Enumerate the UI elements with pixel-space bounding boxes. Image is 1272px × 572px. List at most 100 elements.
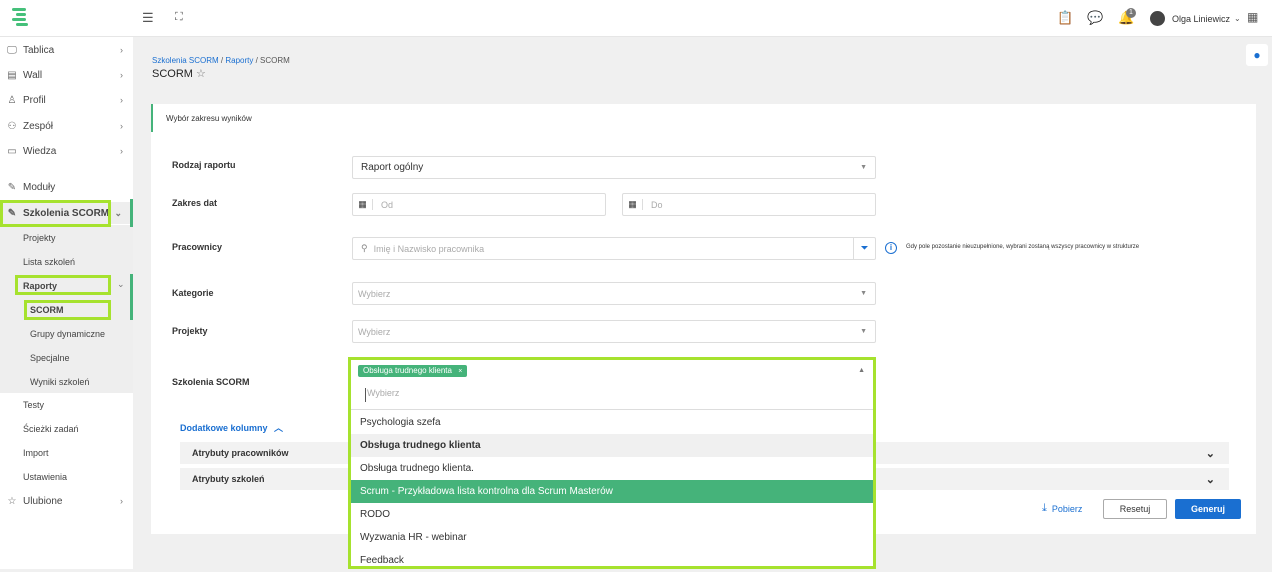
employees-search-input[interactable]: ⚲ Imię i Nazwisko pracownika ⏷ [352,237,876,260]
download-link[interactable]: ⤓ Pobierz [1042,502,1082,515]
sidebar-item-wyniki-szkolen[interactable]: Wyniki szkoleń [0,371,133,393]
sidebar-item-grupy-dynamiczne[interactable]: Grupy dynamiczne [0,323,133,345]
search-icon: ⚲ [361,243,368,253]
selected-tag[interactable]: Obsługa trudnego klienta × [358,365,468,377]
sidebar-item-ustawienia[interactable]: Ustawienia [0,466,133,488]
user-name[interactable]: Olga Liniewicz [1172,14,1230,24]
scorm-search-placeholder: Wybierz [367,388,400,398]
sidebar-item-label: Wiedza [23,145,57,157]
date-from-input[interactable]: ▦ Od [352,193,606,216]
dropdown-option[interactable]: Wyzwania HR - webinar [351,526,873,549]
dropdown-option-hovered[interactable]: Scrum - Przykładowa lista kontrolna dla … [351,480,873,503]
avatar[interactable] [1150,11,1165,26]
sidebar-item-wall[interactable]: ▤ Wall › [0,64,133,86]
selected-tag-label: Obsługa trudnego klienta [363,366,452,375]
chevron-right-icon: › [120,146,123,156]
training-attributes-label: Atrybuty szkoleń [192,474,265,484]
scorm-multiselect[interactable]: Obsługa trudnego klienta × ▲ Wybierz Psy… [348,357,876,569]
star-icon[interactable]: ☆ [196,68,206,80]
sidebar-item-label: Profil [23,94,46,106]
dropdown-option[interactable]: RODO [351,503,873,526]
report-type-value: Raport ogólny [361,162,424,173]
employee-attributes-label: Atrybuty pracowników [192,448,289,458]
chevron-down-icon: ⌄ [114,207,122,218]
sidebar-item-tablica[interactable]: 🖵 Tablica › [0,39,133,61]
caret-up-icon[interactable]: ▲ [858,367,865,374]
chevron-right-icon: › [120,121,123,131]
chevron-right-icon: › [120,70,123,80]
generate-button[interactable]: Generuj [1175,499,1241,519]
sidebar-item-profil[interactable]: ♙ Profil › [0,89,133,111]
dropdown-option[interactable]: Psychologia szefa [351,411,873,434]
green-accent-bar [130,199,133,227]
wall-icon: ▤ [7,69,17,81]
download-label: Pobierz [1051,503,1083,514]
apps-grid-icon[interactable]: ▦ [1247,10,1258,24]
scorm-search-input[interactable]: Wybierz [365,388,855,402]
reset-button[interactable]: Resetuj [1103,499,1167,519]
section-title: Wybór zakresu wyników [166,114,252,123]
projects-placeholder: Wybierz [358,326,391,337]
breadcrumb-current: SCORM [260,56,290,65]
clipboard-icon[interactable]: 📋 [1057,10,1073,26]
additional-columns-toggle[interactable]: Dodatkowe kolumny ︿ [180,421,283,434]
sidebar-item-moduly[interactable]: ✎ Moduły [0,176,133,198]
chevron-up-icon: ︿ [274,423,284,433]
highlight-box [24,300,111,320]
sidebar-item-import[interactable]: Import [0,442,133,464]
wrench-icon: ✎ [7,181,17,193]
caret-down-icon: ▼ [860,328,867,335]
section-accent [151,104,153,132]
date-from-placeholder: Od [381,199,394,210]
fullscreen-icon[interactable]: ⛶ [175,11,183,24]
sidebar-item-ulubione[interactable]: ☆ Ulubione › [0,490,133,512]
filter-icon[interactable]: ⏷ [853,238,875,259]
top-bar: ☰ ⛶ 📋 💬 🔔 1 Olga Liniewicz ⌄ ▦ [0,0,1272,37]
sidebar-item-label: Wall [23,69,43,81]
categories-placeholder: Wybierz [358,288,391,299]
sidebar-item-sciezki-zadan[interactable]: Ścieżki zadań [0,418,133,440]
book-icon: ▭ [7,145,17,157]
dropdown-option[interactable]: Obsługa trudnego klienta. [351,457,873,480]
sidebar-item-zespol[interactable]: ⚇ Zespół › [0,115,133,137]
highlight-box [15,275,111,295]
menu-icon[interactable]: ☰ [142,10,154,26]
categories-select[interactable]: Wybierz ▼ [352,282,876,305]
sidebar-item-lista-szkolen[interactable]: Lista szkoleń [0,251,133,273]
date-range-label: Zakres dat [172,198,218,208]
chevron-down-icon: ⌄ [1205,473,1215,486]
dropdown-option-selected[interactable]: Obsługa trudnego klienta [351,434,873,457]
chevron-right-icon: › [120,496,123,506]
employees-label: Pracownicy [172,242,223,252]
app-logo[interactable] [10,7,30,29]
scorm-selected-box[interactable]: Obsługa trudnego klienta × ▲ Wybierz [351,360,873,410]
calendar-icon: ▦ [353,199,373,210]
categories-label: Kategorie [172,288,214,298]
chevron-right-icon: › [120,95,123,105]
chevron-down-icon[interactable]: ⌄ [1234,14,1241,23]
projects-select[interactable]: Wybierz ▼ [352,320,876,343]
lightbulb-icon[interactable]: ● [1246,44,1268,66]
date-to-input[interactable]: ▦ Do [622,193,876,216]
calendar-icon: ▦ [623,199,643,210]
notification-badge: 1 [1126,8,1136,18]
sidebar-item-wiedza[interactable]: ▭ Wiedza › [0,140,133,162]
sidebar-item-testy[interactable]: Testy [0,394,133,416]
date-to-placeholder: Do [651,199,663,210]
page-title: SCORM ☆ [152,67,206,80]
sidebar-item-specjalne[interactable]: Specjalne [0,347,133,369]
page-title-text: SCORM [152,68,193,80]
remove-tag-icon[interactable]: × [458,368,462,375]
breadcrumb-link[interactable]: Raporty [225,56,253,65]
team-icon: ⚇ [7,120,17,132]
sidebar-item-projekty[interactable]: Projekty [0,227,133,249]
breadcrumb-link[interactable]: Szkolenia SCORM [152,56,219,65]
download-icon: ⤓ [1042,502,1047,514]
sidebar-item-label: Moduły [23,181,56,193]
report-type-select[interactable]: Raport ogólny ▼ [352,156,876,179]
chevron-down-icon: ⌄ [1205,447,1215,460]
highlight-box [0,200,111,227]
employees-hint: Gdy pole pozostanie nieuzupełnione, wybr… [906,244,1140,250]
chat-icon[interactable]: 💬 [1087,10,1103,26]
projects-label: Projekty [172,326,208,336]
